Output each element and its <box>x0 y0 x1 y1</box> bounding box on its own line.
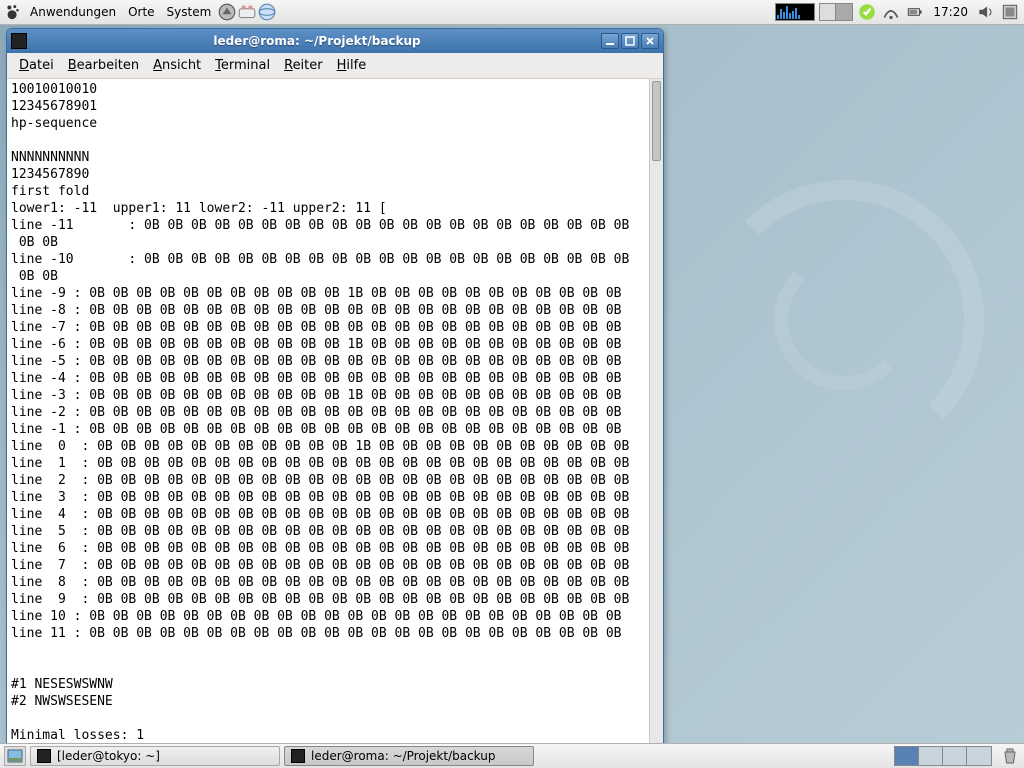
workspace-4[interactable] <box>967 747 991 765</box>
terminal-scrollbar[interactable] <box>649 79 663 743</box>
maximize-button[interactable] <box>621 33 639 49</box>
menu-bearbeiten[interactable]: Bearbeiten <box>62 56 145 75</box>
menu-datei[interactable]: Datei <box>13 56 60 75</box>
close-button[interactable] <box>641 33 659 49</box>
minimize-button[interactable] <box>601 33 619 49</box>
network-icon[interactable] <box>881 3 901 21</box>
show-desktop-button[interactable] <box>4 746 26 766</box>
menu-anwendungen[interactable]: Anwendungen <box>24 0 122 24</box>
terminal-window: leder@roma: ~/Projekt/backup DateiBearbe… <box>6 28 664 744</box>
task-label: [leder@tokyo: ~] <box>57 749 160 763</box>
battery-icon[interactable] <box>905 3 925 21</box>
terminal-icon <box>291 749 305 763</box>
gnome-foot-icon[interactable] <box>4 3 22 21</box>
titlebar[interactable]: leder@roma: ~/Projekt/backup <box>7 29 663 53</box>
volume-icon[interactable] <box>976 3 996 21</box>
window-app-icon <box>11 33 27 49</box>
top-panel: Anwendungen Orte System 17:20 <box>0 0 1024 25</box>
tray-applet-icon[interactable] <box>819 3 853 21</box>
wallpaper-swirl-inner <box>774 250 914 390</box>
trash-icon[interactable] <box>1000 746 1020 766</box>
menu-hilfe[interactable]: Hilfe <box>331 56 373 75</box>
terminal-output[interactable]: 10010010010 12345678901 hp-sequence NNNN… <box>7 79 649 743</box>
taskbar: [leder@tokyo: ~] leder@roma: ~/Projekt/ba… <box>30 746 534 766</box>
workspace-1[interactable] <box>895 747 919 765</box>
task-label: leder@roma: ~/Projekt/backup <box>311 749 495 763</box>
menu-terminal[interactable]: Terminal <box>209 56 276 75</box>
update-icon[interactable] <box>857 3 877 21</box>
menu-reiter[interactable]: Reiter <box>278 56 329 75</box>
launcher-icon-3[interactable] <box>257 3 277 21</box>
workspace-3[interactable] <box>943 747 967 765</box>
menu-ansicht[interactable]: Ansicht <box>147 56 207 75</box>
menu-system[interactable]: System <box>161 0 218 24</box>
exit-icon[interactable] <box>1000 3 1020 21</box>
bottom-panel: [leder@tokyo: ~] leder@roma: ~/Projekt/ba… <box>0 743 1024 768</box>
system-monitor-applet[interactable] <box>775 3 815 21</box>
window-title: leder@roma: ~/Projekt/backup <box>33 34 601 48</box>
workspace-switcher[interactable] <box>894 746 992 766</box>
menu-orte[interactable]: Orte <box>122 0 160 24</box>
launcher-icon-1[interactable] <box>217 3 237 21</box>
task-button-1[interactable]: leder@roma: ~/Projekt/backup <box>284 746 534 766</box>
scrollbar-thumb[interactable] <box>652 81 661 161</box>
system-tray: 17:20 <box>775 3 1020 21</box>
workspace-2[interactable] <box>919 747 943 765</box>
clock[interactable]: 17:20 <box>929 5 972 19</box>
launcher-icon-2[interactable] <box>237 3 257 21</box>
terminal-icon <box>37 749 51 763</box>
menubar: DateiBearbeitenAnsichtTerminalReiterHilf… <box>7 53 663 79</box>
task-button-0[interactable]: [leder@tokyo: ~] <box>30 746 280 766</box>
